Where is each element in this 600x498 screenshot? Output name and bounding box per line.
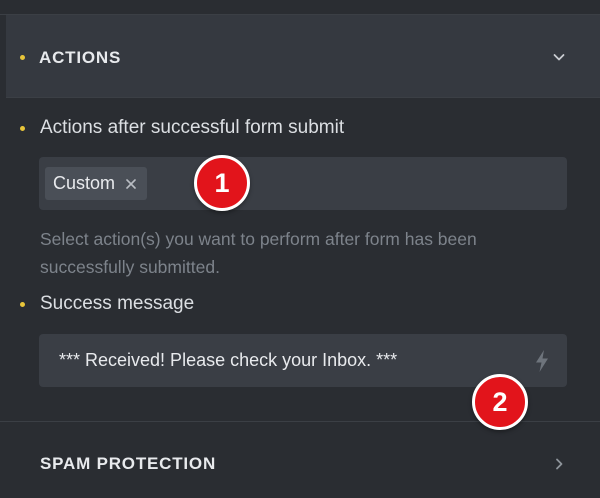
required-dot — [20, 55, 25, 60]
field-dot — [20, 126, 25, 131]
settings-panel: ACTIONS Actions after successful form su… — [0, 0, 600, 498]
spam-section-header[interactable]: SPAM PROTECTION — [0, 422, 600, 498]
actions-section-header[interactable]: ACTIONS — [6, 15, 600, 98]
actions-field-label: Actions after successful form submit — [40, 117, 345, 138]
success-message-label: Success message — [40, 293, 195, 314]
close-icon[interactable] — [125, 178, 137, 190]
chevron-right-icon[interactable] — [551, 456, 567, 472]
spam-section-title: SPAM PROTECTION — [40, 454, 217, 473]
success-message-input[interactable] — [59, 334, 529, 387]
actions-help-text: Select action(s) you want to perform aft… — [40, 229, 477, 277]
actions-section-title: ACTIONS — [39, 48, 122, 67]
chevron-down-icon[interactable] — [551, 49, 567, 65]
bolt-icon[interactable] — [533, 349, 551, 373]
previous-section-edge — [0, 0, 600, 15]
tag-chip-custom: Custom — [45, 167, 148, 200]
annotation-badge-1: 1 — [194, 155, 250, 211]
tag-label: Custom — [53, 173, 116, 193]
actions-multiselect[interactable]: Custom — [39, 157, 567, 210]
field-dot — [20, 302, 25, 307]
annotation-badge-2: 2 — [472, 374, 528, 430]
